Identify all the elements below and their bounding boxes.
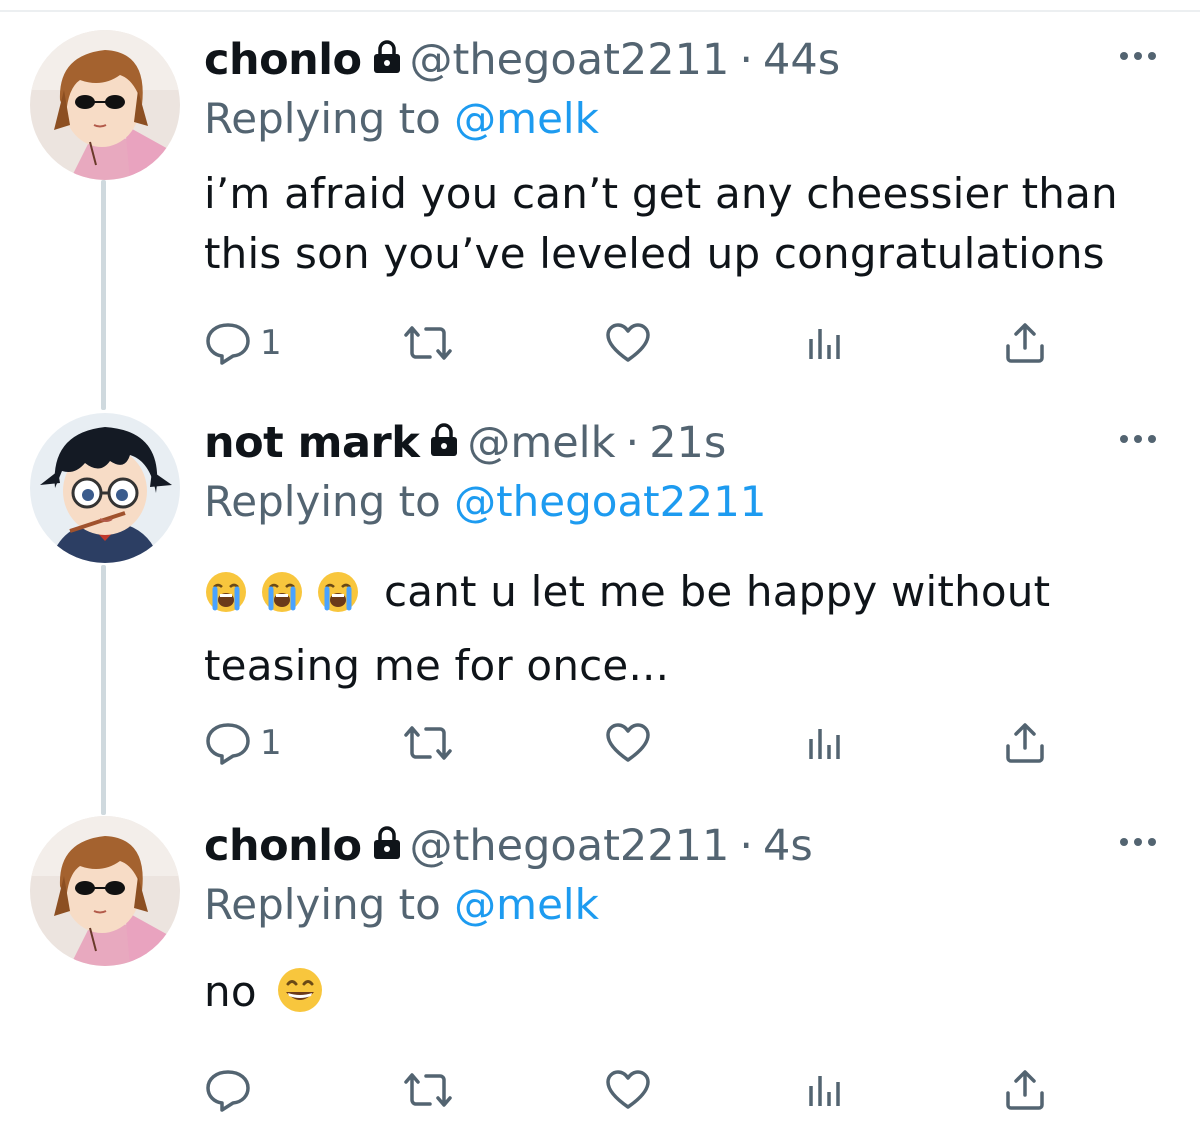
reply-icon [206,323,250,365]
tweet-text-line-with-emoji: no [204,962,336,1030]
reply-button[interactable]: 1 [204,718,282,768]
tweet-actions: 1 [0,318,1200,368]
retweet-button[interactable] [400,718,456,768]
heart-icon [606,1070,650,1109]
share-button[interactable] [1004,318,1046,368]
replying-to-label: Replying to [204,880,441,929]
analytics-icon [809,329,840,359]
more-options-icon[interactable] [1116,429,1160,449]
retweet-button[interactable] [400,318,456,368]
views-button[interactable] [806,1065,846,1115]
user-handle[interactable]: @melk [467,418,615,468]
replying-to: Replying to @thegoat2211 [204,477,767,526]
thread-connector [101,180,106,410]
analytics-icon [809,1076,840,1106]
avatar[interactable] [30,816,180,966]
tweet-text-line: no [204,967,257,1016]
like-button[interactable] [605,1065,651,1115]
heart-icon [606,323,650,362]
tweet-header: chonlo @thegoat2211 · 44s [204,30,840,90]
lock-icon [429,418,459,468]
lock-icon [372,821,402,871]
more-options-icon[interactable] [1116,832,1160,852]
heart-icon [606,723,650,762]
tweet-text: no [204,962,336,1030]
replying-to: Replying to @melk [204,94,599,143]
tweet-actions: 1 [0,718,1200,768]
top-divider [0,10,1200,12]
separator-dot: · [739,821,754,871]
views-button[interactable] [806,318,846,368]
tweet-text: i’m afraid you can’t get any cheessier t… [204,164,1118,284]
separator-dot: · [739,35,754,85]
reply-button[interactable]: 1 [204,318,282,368]
loudly-crying-face-icon [316,567,360,633]
reply-icon [206,1070,250,1112]
timestamp[interactable]: 4s [763,821,813,871]
avatar[interactable] [30,413,180,563]
like-button[interactable] [605,718,651,768]
loudly-crying-face-icon [204,567,248,633]
analytics-icon [809,729,840,759]
timestamp[interactable]: 44s [763,35,840,85]
tweet-header: not mark @melk · 21s [204,413,726,473]
tweet-actions [0,1065,1200,1115]
more-options-icon[interactable] [1116,46,1160,66]
views-button[interactable] [806,718,846,768]
tweet-text-line: teasing me for once... [204,641,670,690]
like-button[interactable] [605,318,651,368]
replying-to-label: Replying to [204,477,441,526]
user-handle[interactable]: @thegoat2211 [410,35,730,85]
tweet-text-line-with-emoji: cant u let me be happy without [204,559,1050,633]
share-icon [1006,1070,1044,1110]
tweet-text: cant u let me be happy without teasing m… [204,559,1050,699]
share-button[interactable] [1004,718,1046,768]
grinning-face-icon [276,966,324,1030]
retweet-icon [404,326,452,360]
reply-icon [206,723,250,765]
separator-dot: · [625,418,640,468]
replying-to-mention[interactable]: @melk [454,94,599,143]
tweet-text-line: cant u let me be happy without [384,567,1051,616]
display-name[interactable]: chonlo [204,821,362,871]
tweet-header: chonlo @thegoat2211 · 4s [204,816,813,876]
user-handle[interactable]: @thegoat2211 [410,821,730,871]
display-name[interactable]: chonlo [204,35,362,85]
lock-icon [372,35,402,85]
share-button[interactable] [1004,1065,1046,1115]
share-icon [1006,323,1044,363]
loudly-crying-face-icon [260,567,304,633]
reply-count: 1 [260,723,282,763]
share-icon [1006,723,1044,763]
reply-count: 1 [260,323,282,363]
replying-to-mention[interactable]: @thegoat2211 [454,477,766,526]
tweet-text-line: this son you’ve leveled up congratulatio… [204,229,1105,278]
avatar[interactable] [30,30,180,180]
tweet-text-line: i’m afraid you can’t get any cheessier t… [204,169,1118,218]
retweet-icon [404,726,452,760]
thread-connector [101,565,106,815]
timestamp[interactable]: 21s [649,418,726,468]
replying-to-mention[interactable]: @melk [454,880,599,929]
retweet-icon [404,1073,452,1107]
display-name[interactable]: not mark [204,418,420,468]
replying-to-label: Replying to [204,94,441,143]
reply-button[interactable] [204,1065,260,1115]
retweet-button[interactable] [400,1065,456,1115]
replying-to: Replying to @melk [204,880,599,929]
